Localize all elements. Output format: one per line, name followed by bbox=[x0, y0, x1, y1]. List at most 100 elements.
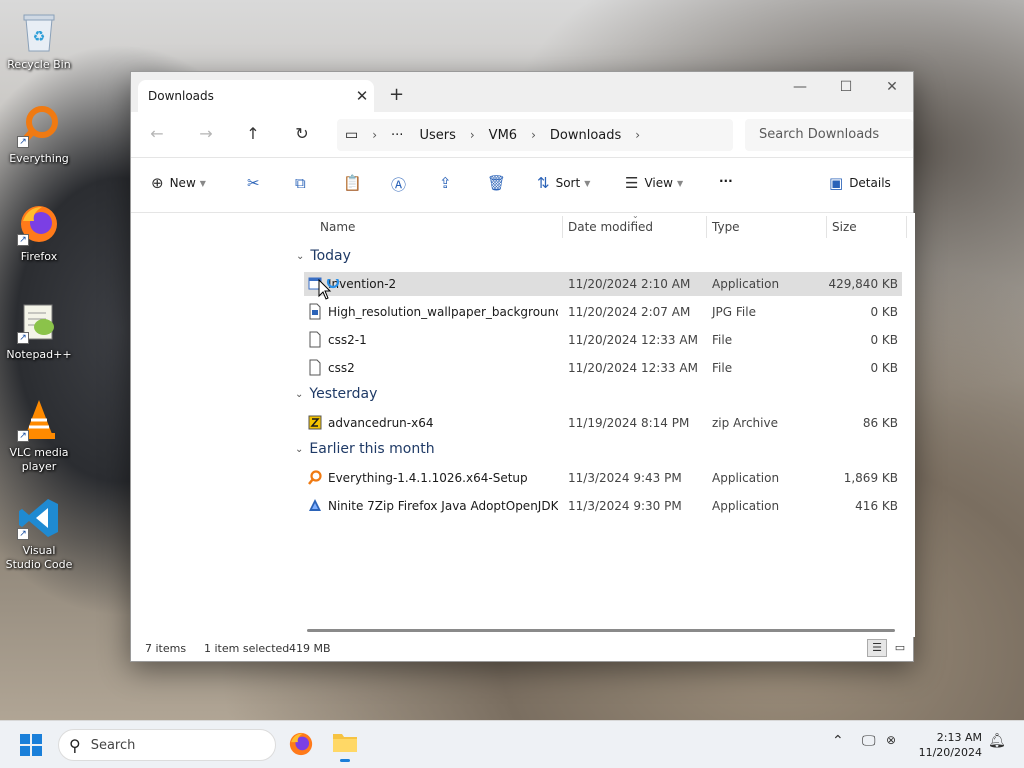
navigation-pane[interactable] bbox=[131, 213, 290, 637]
breadcrumb-users[interactable]: Users bbox=[411, 128, 463, 143]
close-tab-icon[interactable]: ✕ bbox=[350, 87, 374, 105]
up-arrow-icon[interactable]: ↑ bbox=[241, 124, 265, 143]
desktop-icon-vscode[interactable]: ↗ Visual Studio Code bbox=[4, 496, 74, 572]
active-app-indicator bbox=[340, 759, 350, 762]
desktop-icon-label: Recycle Bin bbox=[7, 58, 71, 71]
file-type: Application bbox=[712, 471, 780, 485]
chevron-right-icon[interactable]: › bbox=[366, 128, 383, 142]
file-size: 429,840 KB bbox=[828, 277, 898, 291]
paste-icon: 📋 bbox=[343, 174, 362, 192]
file-row-everything-setup[interactable]: Everything-1.4.1.1026.x64-Setup 11/3/202… bbox=[304, 466, 902, 490]
firefox-icon bbox=[289, 732, 313, 756]
selection-size: 419 MB bbox=[289, 642, 331, 655]
taskbar-firefox-button[interactable] bbox=[288, 731, 314, 760]
desktop-icon-firefox[interactable]: ↗ Firefox bbox=[4, 202, 74, 264]
desktop-icon-everything[interactable]: ↗ Everything bbox=[4, 104, 74, 166]
this-pc-icon[interactable]: ▭ bbox=[337, 127, 366, 143]
copy-button[interactable]: ⧉ bbox=[295, 174, 312, 192]
file-date: 11/20/2024 2:10 AM bbox=[568, 277, 691, 291]
forward-arrow-icon[interactable]: → bbox=[194, 124, 218, 143]
chevron-right-icon[interactable]: › bbox=[464, 128, 481, 142]
desktop-icon-label: Firefox bbox=[20, 250, 58, 263]
more-options-button[interactable]: ··· bbox=[719, 174, 733, 188]
chevron-right-icon[interactable]: › bbox=[629, 128, 646, 142]
group-header-yesterday[interactable]: ⌄ Yesterday bbox=[295, 386, 377, 402]
desktop-icon-label: Everything bbox=[9, 152, 69, 165]
everything-search-icon: ↗ bbox=[17, 104, 61, 148]
view-button[interactable]: ☰ View ▼ bbox=[625, 174, 683, 192]
maximize-icon[interactable]: ☐ bbox=[823, 74, 869, 100]
new-tab-icon[interactable]: + bbox=[389, 84, 404, 105]
file-name: Invention-2 bbox=[328, 277, 397, 291]
sort-arrows-icon: ⇅ bbox=[537, 174, 550, 192]
firefox-icon: ↗ bbox=[17, 202, 61, 246]
shortcut-arrow-icon: ↗ bbox=[17, 136, 29, 148]
breadcrumb-vm6[interactable]: VM6 bbox=[481, 128, 525, 143]
new-button[interactable]: ⊕ New ▼ bbox=[151, 174, 206, 192]
cut-button[interactable]: ✂ bbox=[247, 174, 266, 192]
share-icon: ⇪ bbox=[439, 174, 452, 192]
desktop-icon-recycle-bin[interactable]: ♻ Recycle Bin bbox=[4, 10, 74, 72]
close-window-icon[interactable]: ✕ bbox=[869, 74, 915, 100]
breadcrumb-downloads[interactable]: Downloads bbox=[542, 128, 629, 143]
file-type: Application bbox=[712, 499, 780, 513]
back-arrow-icon[interactable]: ← bbox=[145, 124, 169, 143]
search-icon: ⚲ bbox=[69, 735, 81, 755]
desktop-icon-label: Notepad++ bbox=[6, 348, 72, 361]
file-name: css2 bbox=[328, 361, 355, 375]
taskbar-file-explorer-button[interactable] bbox=[332, 730, 358, 762]
tiles-view-toggle[interactable]: ▭ bbox=[890, 639, 910, 657]
blank-file-icon bbox=[309, 359, 321, 376]
chevron-right-icon[interactable]: › bbox=[525, 128, 542, 142]
vlc-cone-icon: ↗ bbox=[17, 398, 61, 442]
desktop-icon-notepad-plus-plus[interactable]: ↗ Notepad++ bbox=[4, 300, 74, 362]
file-size: 0 KB bbox=[870, 333, 898, 347]
file-row-advancedrun[interactable]: advancedrun-x64 11/19/2024 8:14 PM zip A… bbox=[304, 411, 902, 435]
details-button-label: Details bbox=[849, 176, 891, 190]
file-row-invention-2[interactable]: Invention-2 11/20/2024 2:10 AM Applicati… bbox=[304, 272, 902, 296]
clock-date: 11/20/2024 bbox=[918, 746, 982, 759]
chevron-down-icon: ▼ bbox=[199, 178, 206, 188]
file-row-wallpaper[interactable]: High_resolution_wallpaper_background_I..… bbox=[304, 300, 902, 324]
file-row-css2-1[interactable]: css2-1 11/20/2024 12:33 AM File 0 KB bbox=[304, 328, 902, 352]
chevron-down-icon: ⌄ bbox=[295, 388, 304, 400]
tab-title: Downloads bbox=[148, 89, 214, 103]
file-row-ninite[interactable]: Ninite 7Zip Firefox Java AdoptOpenJDK x.… bbox=[304, 494, 902, 518]
status-bar: 7 items 1 item selected 419 MB ☰ ▭ bbox=[131, 635, 913, 661]
shortcut-arrow-icon: ↗ bbox=[17, 234, 29, 246]
start-button[interactable] bbox=[20, 734, 42, 759]
breadcrumb[interactable]: ▭ › ··· Users › VM6 › Downloads › bbox=[337, 119, 733, 151]
paste-button[interactable]: 📋 bbox=[343, 174, 368, 192]
zip-archive-icon bbox=[308, 415, 322, 430]
selection-count: 1 item selected bbox=[204, 642, 290, 655]
desktop-icon-vlc[interactable]: ↗ VLC media player bbox=[4, 398, 74, 474]
chevron-down-icon: ▼ bbox=[584, 178, 591, 188]
sort-button[interactable]: ⇅ Sort ▼ bbox=[537, 174, 590, 192]
details-view-toggle[interactable]: ☰ bbox=[867, 639, 887, 657]
minimize-icon[interactable]: — bbox=[777, 74, 823, 100]
file-row-css2[interactable]: css2 11/20/2024 12:33 AM File 0 KB bbox=[304, 356, 902, 380]
details-button[interactable]: ▣ Details bbox=[829, 174, 891, 192]
file-date: 11/19/2024 8:14 PM bbox=[568, 416, 690, 430]
share-button[interactable]: ⇪ bbox=[439, 174, 458, 192]
system-clock[interactable]: 2:13 AM 11/20/2024 bbox=[912, 730, 982, 760]
title-bar[interactable]: Downloads ✕ + — ☐ ✕ bbox=[131, 72, 913, 112]
item-count: 7 items bbox=[145, 642, 187, 655]
taskbar-search-box[interactable]: ⚲ Search bbox=[58, 729, 276, 761]
file-date: 11/3/2024 9:43 PM bbox=[568, 471, 682, 485]
taskbar: ⚲ Search ⌃ 🖵 ⊗ 2:13 AM 11/20/2024 🔔︎ bbox=[0, 720, 1024, 768]
search-input[interactable]: Search Downloads bbox=[745, 119, 913, 151]
command-bar: ⊕ New ▼ ✂ ⧉ 📋 Ⓐ ⇪ 🗑 ⇅ Sort ▼ ☰ View ▼ ··… bbox=[131, 158, 913, 213]
delete-button[interactable]: 🗑 bbox=[487, 174, 512, 192]
refresh-icon[interactable]: ↻ bbox=[290, 124, 314, 143]
file-name: advancedrun-x64 bbox=[328, 416, 434, 430]
volume-muted-icon[interactable]: ⊗ bbox=[886, 733, 896, 747]
rename-button[interactable]: Ⓐ bbox=[391, 174, 412, 195]
show-hidden-icons-chevron-icon[interactable]: ⌃ bbox=[832, 733, 844, 749]
tab-downloads[interactable]: Downloads ✕ bbox=[138, 80, 374, 112]
file-date: 11/20/2024 12:33 AM bbox=[568, 361, 698, 375]
breadcrumb-more[interactable]: ··· bbox=[383, 128, 411, 143]
network-icon[interactable]: 🖵 bbox=[862, 733, 876, 749]
notification-bell-icon[interactable]: 🔔︎ bbox=[988, 733, 1006, 749]
group-header-earlier-this-month[interactable]: ⌄ Earlier this month bbox=[295, 441, 435, 457]
